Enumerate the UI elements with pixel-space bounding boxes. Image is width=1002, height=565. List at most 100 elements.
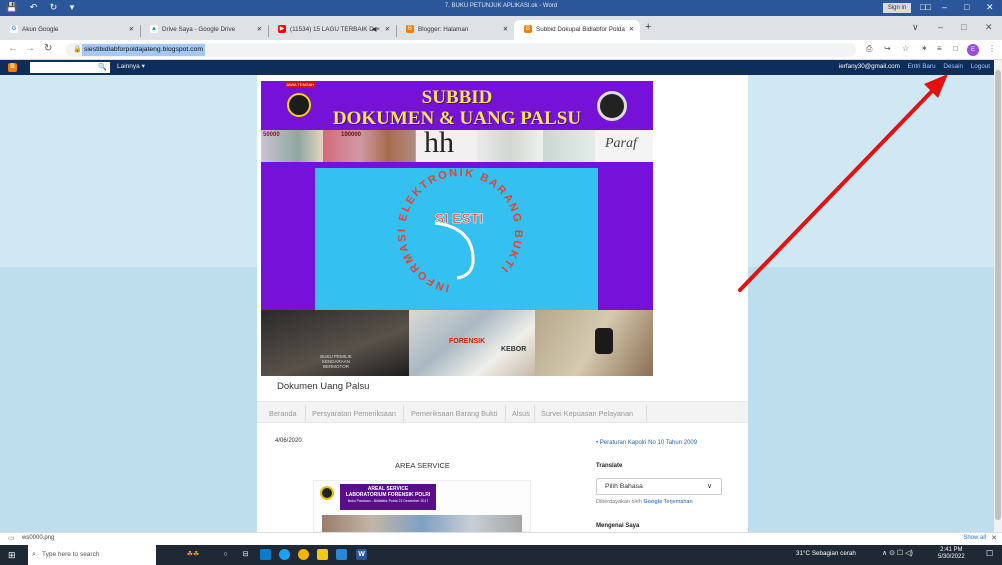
banknote-value-2: 100000 <box>341 132 362 138</box>
lock-icon[interactable]: 🔒 <box>73 45 82 53</box>
news-widget-icon[interactable]: ☘☘ <box>176 549 210 560</box>
banknote-value-1: 50000 <box>263 132 280 138</box>
back-button[interactable]: ← <box>8 43 18 54</box>
tab-pemeriksaan-barang-bukti[interactable]: Pemeriksaan Barang Bukti <box>411 409 497 418</box>
blogger-icon: B <box>406 25 414 34</box>
browser-tab-strip: G Akun Google ✕ ▲ Drive Saya - Google Driv… <box>0 16 1002 40</box>
logout-link[interactable]: Logout <box>971 63 990 70</box>
ribbon-display-options-icon[interactable]: □□ <box>920 2 931 12</box>
stamp-image <box>543 130 595 162</box>
download-file-name[interactable]: ws0000.png <box>22 535 54 541</box>
more-menu[interactable]: Lainnya ▾ <box>117 62 145 70</box>
task-view-icon[interactable]: ○ <box>220 549 231 560</box>
url-text[interactable]: siestibidlabforpoldajateng.blogspot.com <box>82 44 206 56</box>
browser-menu-icon[interactable]: ⋮ <box>988 44 996 53</box>
blogger-logo-icon[interactable]: B <box>8 63 17 72</box>
extensions-icon[interactable]: ✶ <box>921 44 928 53</box>
tab-blogger-halaman[interactable]: B Blogger: Halaman ✕ <box>396 20 514 40</box>
si-esti-logo-panel: INFORMASI ELEKTRONIK BARANG BUKTI SI EST… <box>315 168 598 310</box>
tab-label: (11534) 15 LAGU TERBAIK D <box>290 26 374 33</box>
tab-label: Subbid Dokupal Bidlabfor Polda <box>536 26 625 33</box>
header-title-line2: DOKUMEN & UANG PALSU <box>332 108 582 129</box>
blog-header-image[interactable]: JAWA TENGAH SUBBID DOKUMEN & UANG PALSU … <box>261 81 653 376</box>
bookmark-star-icon[interactable]: ☆ <box>902 44 909 53</box>
evidence-photo-strip: BUKU PEMILIK KENDARAAN BERMOTOR FORENSIK… <box>261 310 653 376</box>
weather-widget[interactable]: 31°C Sebagian cerah <box>796 550 856 557</box>
tab-youtube[interactable]: ▶ (11534) 15 LAGU TERBAIK D ◀× ✕ <box>268 20 396 40</box>
tab-beranda[interactable]: Beranda <box>269 409 297 418</box>
word-title-bar: 💾 ↶ ↻ ▾ 7. BUKU PETUNJUK APLIKASI.ok - W… <box>0 0 1002 16</box>
windows-start-icon[interactable]: ⊞ <box>8 550 18 560</box>
tab-akun-google[interactable]: G Akun Google ✕ <box>0 20 140 40</box>
file-explorer-icon[interactable] <box>317 549 328 560</box>
new-post-link[interactable]: Entri Baru <box>908 63 936 70</box>
notifications-icon[interactable]: ☐ <box>986 549 993 558</box>
address-bar[interactable]: 🔒 siestibidlabforpoldajateng.blogspot.co… <box>66 43 856 57</box>
poster-line-3: Buku Panduan - Bidlabfor Polda 21 Desemb… <box>347 499 429 503</box>
word-sign-in-button[interactable]: Sign in <box>883 3 911 13</box>
chrome-icon[interactable] <box>298 549 309 560</box>
design-link[interactable]: Desain <box>943 63 963 70</box>
language-select[interactable]: Pilih Bahasa ∨ <box>596 478 722 495</box>
share-icon[interactable]: ↪ <box>884 44 891 53</box>
poster-emblem-icon <box>320 486 334 500</box>
word-close-button[interactable]: ✕ <box>986 2 994 13</box>
tab-persyaratan-pemeriksaan[interactable]: Persyaratan Pemeriksaan <box>312 409 396 418</box>
taskbar-clock[interactable]: 2:41 PM 5/30/2022 <box>938 547 965 561</box>
download-bar: ▭ ws0000.png Show all ✕ <box>0 532 1002 545</box>
new-tab-button[interactable]: + <box>645 21 651 33</box>
browser-close-button[interactable]: ✕ <box>985 22 993 33</box>
evidence-bag-label-2: KEBOR <box>501 346 527 353</box>
blog-search-input[interactable]: 🔍 <box>30 62 110 73</box>
tab-close-icon[interactable]: ✕ <box>129 20 134 40</box>
browser-minimize-button[interactable]: – <box>938 22 943 32</box>
tab-close-icon[interactable]: ✕ <box>503 20 508 40</box>
forward-button[interactable]: → <box>25 43 35 54</box>
tab-subbid-dokupal[interactable]: B Subbid Dokupal Bidlabfor Polda ✕ <box>514 20 640 40</box>
page-tabs: Beranda Persyaratan Pemeriksaan Pemeriks… <box>257 401 748 423</box>
tab-close-icon[interactable]: ✕ <box>629 20 634 40</box>
language-select-value: Pilih Bahasa <box>605 483 643 490</box>
regulation-link[interactable]: • Peraturan Kapolri No 10 Tahun 2009 <box>596 440 697 446</box>
evidence-bag-label: FORENSIK <box>449 338 486 345</box>
account-email: ierfany30@gmail.com <box>838 63 900 70</box>
youtube-icon: ▶ <box>278 25 286 34</box>
word-taskbar-icon[interactable]: W <box>356 549 367 560</box>
post-title[interactable]: AREA SERVICE <box>395 461 450 470</box>
header-title-line1: SUBBID <box>421 87 493 108</box>
edge-icon[interactable] <box>279 549 290 560</box>
word-restore-button[interactable]: □ <box>964 2 969 12</box>
page-scrollbar[interactable] <box>994 60 1002 532</box>
powered-by-google-translate[interactable]: Diberdayakan oleh Google Terjemahan <box>596 499 693 505</box>
scrollbar-thumb[interactable] <box>995 70 1001 520</box>
mail-icon[interactable] <box>260 549 271 560</box>
tab-search-dropdown-icon[interactable]: ∨ <box>912 22 919 33</box>
store-icon[interactable] <box>336 549 347 560</box>
tab-survei-kepuasan[interactable]: Survei Kepuasan Pelayanan <box>541 409 633 418</box>
tab-close-icon[interactable]: ✕ <box>385 20 390 40</box>
tab-close-icon[interactable]: ✕ <box>257 20 262 40</box>
tab-alsus[interactable]: Alsus <box>512 409 530 418</box>
side-panel-icon[interactable]: □ <box>953 44 958 53</box>
word-minimize-button[interactable]: – <box>942 2 947 12</box>
blog-title[interactable]: Dokumen Uang Palsu <box>277 381 369 392</box>
tab-audio-icon[interactable]: ◀× <box>371 20 380 40</box>
close-download-bar-icon[interactable]: ✕ <box>991 534 997 542</box>
reading-list-icon[interactable]: ≡ <box>937 44 942 53</box>
blogger-icon: B <box>524 25 532 34</box>
profile-avatar[interactable]: E <box>967 44 979 56</box>
browser-maximize-button[interactable]: □ <box>961 22 966 32</box>
word-window-title: 7. BUKU PETUNJUK APLIKASI.ok - Word <box>444 3 558 9</box>
show-all-downloads-button[interactable]: Show all <box>963 535 986 541</box>
search-icon[interactable]: 🔍 <box>98 63 107 71</box>
widgets-icon[interactable]: ⊟ <box>240 549 251 560</box>
reload-button[interactable]: ↻ <box>44 43 52 54</box>
rubber-stamp-photo <box>535 310 653 376</box>
translate-page-icon[interactable]: ⎙ <box>866 44 872 54</box>
taskbar-search-box[interactable]: ⌕ Type here to search <box>28 545 156 565</box>
google-drive-icon: ▲ <box>150 25 158 34</box>
file-icon: ▭ <box>8 535 15 542</box>
area-service-poster[interactable]: AREAL SERVICE LABORATORIUM FORENSIK POLR… <box>313 480 531 533</box>
system-tray-icons[interactable]: ∧ ⊙ ☐ ◁) <box>882 549 913 557</box>
tab-google-drive[interactable]: ▲ Drive Saya - Google Drive ✕ <box>140 20 268 40</box>
